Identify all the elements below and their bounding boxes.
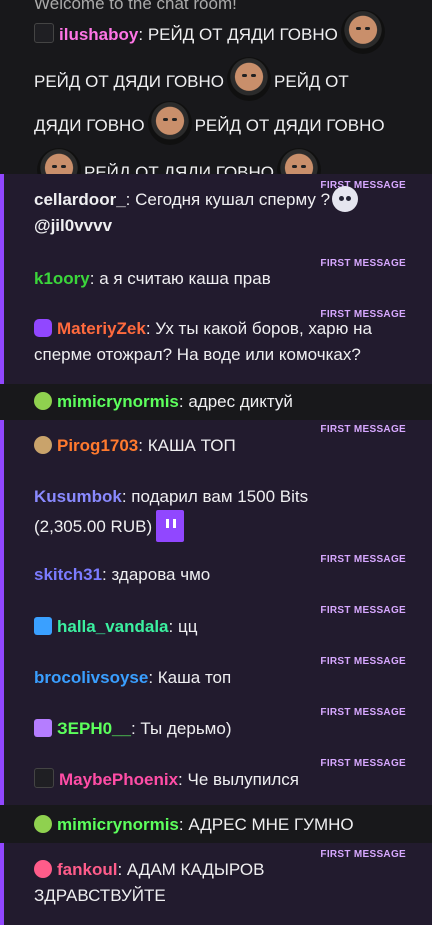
chat-message[interactable]: mimicrynormis: АДРЕС МНЕ ГУМНО: [0, 810, 432, 840]
chat-username[interactable]: cellardoor_: [34, 190, 126, 209]
emote-face-icon: [227, 57, 272, 101]
flag-badge-icon: [34, 617, 52, 635]
chat-message[interactable]: FIRST MESSAGE ЗЕРН0__: Ты дерьмо): [0, 705, 432, 745]
chat-username[interactable]: Kusumbok: [34, 487, 122, 506]
chat-username[interactable]: k1oory: [34, 269, 90, 288]
chat-message[interactable]: FIRST MESSAGE MateriyZek: Ух ты какой бо…: [0, 306, 432, 378]
chat-text: адрес диктуй: [188, 392, 293, 411]
first-message-tag: FIRST MESSAGE: [320, 258, 406, 269]
chat-username[interactable]: halla_vandala: [57, 617, 169, 636]
chat-text: Сегодня кушал сперму ?: [135, 190, 331, 209]
chat-username[interactable]: skitch31: [34, 565, 102, 584]
chat-text: АДАМ КАДЫРОВ: [126, 860, 265, 879]
frog-badge-icon: [34, 392, 52, 410]
first-message-tag: FIRST MESSAGE: [320, 554, 406, 565]
first-message-tag: FIRST MESSAGE: [320, 707, 406, 718]
chat-text: подарил вам 1500 Bits: [131, 487, 309, 506]
first-message-tag: FIRST MESSAGE: [320, 309, 406, 320]
chat-text: РЕЙД ОТ ДЯДИ ГОВНО: [147, 25, 338, 44]
chat-message[interactable]: ilushaboy: РЕЙД ОТ ДЯДИ ГОВНО РЕЙД ОТ ДЯ…: [0, 10, 432, 192]
chat-username[interactable]: mimicrynormis: [57, 392, 179, 411]
chat-message[interactable]: FIRST MESSAGE MaybePhoenix: Че вылупился: [0, 756, 432, 800]
first-message-tag: FIRST MESSAGE: [320, 180, 406, 191]
smile-badge-icon: [34, 319, 52, 337]
emote-face-icon: [147, 101, 192, 145]
chat-username[interactable]: MateriyZek: [57, 319, 146, 338]
pig-badge-icon: [34, 436, 52, 454]
mention[interactable]: @jil0vvvv: [34, 216, 112, 235]
chat-message[interactable]: FIRST MESSAGE Pirog1703: КАША ТОП: [0, 422, 432, 470]
first-message-tag: FIRST MESSAGE: [320, 758, 406, 769]
chat-message[interactable]: FIRST MESSAGE fankoul: АДАМ КАДЫРОВ ЗДРА…: [0, 845, 432, 923]
chat-username[interactable]: MaybePhoenix: [59, 770, 178, 789]
chat-username[interactable]: fankoul: [57, 860, 117, 879]
chat-text: РЕЙД ОТ ДЯДИ ГОВНО: [34, 72, 225, 91]
chat-text: (2,305.00 RUB): [34, 517, 153, 536]
chat-text: КАША ТОП: [147, 436, 236, 455]
chat-username[interactable]: Pirog1703: [57, 436, 138, 455]
chat-username[interactable]: mimicrynormis: [57, 815, 179, 834]
chat-message[interactable]: Kusumbok: подарил вам 1500 Bits (2,305.0…: [0, 484, 432, 546]
chat-message[interactable]: FIRST MESSAGE cellardoor_: Сегодня кушал…: [0, 176, 432, 246]
chat-text: Каша топ: [157, 668, 232, 687]
chat-text: здарова чмо: [111, 565, 211, 584]
year-badge-icon: [34, 23, 54, 43]
chat-text: цц: [177, 617, 198, 636]
year-badge-icon: [34, 768, 54, 788]
ghost-emote-icon: [332, 186, 359, 212]
chat-message[interactable]: FIRST MESSAGE brocolivsoyse: Каша топ: [0, 654, 432, 694]
chat-text: Ты дерьмо): [140, 719, 232, 738]
chat-text: а я считаю каша прав: [99, 269, 271, 288]
chat-text: Че вылупился: [187, 770, 300, 789]
chat-message[interactable]: mimicrynormis: адрес диктуй: [0, 387, 432, 417]
chat-message[interactable]: FIRST MESSAGE skitch31: здарова чмо: [0, 552, 432, 592]
frog-badge-icon: [34, 815, 52, 833]
first-message-tag: FIRST MESSAGE: [320, 656, 406, 667]
chat-username[interactable]: brocolivsoyse: [34, 668, 148, 687]
twitch-bits-icon: [156, 510, 185, 542]
chat-message[interactable]: FIRST MESSAGE k1oory: а я считаю каша пр…: [0, 254, 432, 298]
chat-text: РЕЙД ОТ ДЯДИ ГОВНО: [194, 116, 385, 135]
chat-text: ЗДРАВСТВУЙТЕ: [34, 886, 166, 905]
first-message-tag: FIRST MESSAGE: [320, 849, 406, 860]
first-message-tag: FIRST MESSAGE: [320, 424, 406, 435]
chat-text: ДЯДИ ГОВНО: [34, 116, 145, 135]
chat-text: АДРЕС МНЕ ГУМНО: [188, 815, 354, 834]
heart-badge-icon: [34, 860, 52, 878]
emote-face-icon: [340, 10, 385, 54]
chat-username[interactable]: ilushaboy: [59, 25, 138, 44]
chat-text: сперме отожрал? На воде или комочках?: [34, 345, 361, 364]
chat-text: Ух ты какой боров, харю на: [155, 319, 372, 338]
chat-text: РЕЙД ОТ: [274, 72, 349, 91]
first-message-tag: FIRST MESSAGE: [320, 605, 406, 616]
chat-message[interactable]: FIRST MESSAGE halla_vandala: цц: [0, 603, 432, 643]
year-badge-icon: [34, 719, 52, 737]
chat-username[interactable]: ЗЕРН0__: [57, 719, 131, 738]
